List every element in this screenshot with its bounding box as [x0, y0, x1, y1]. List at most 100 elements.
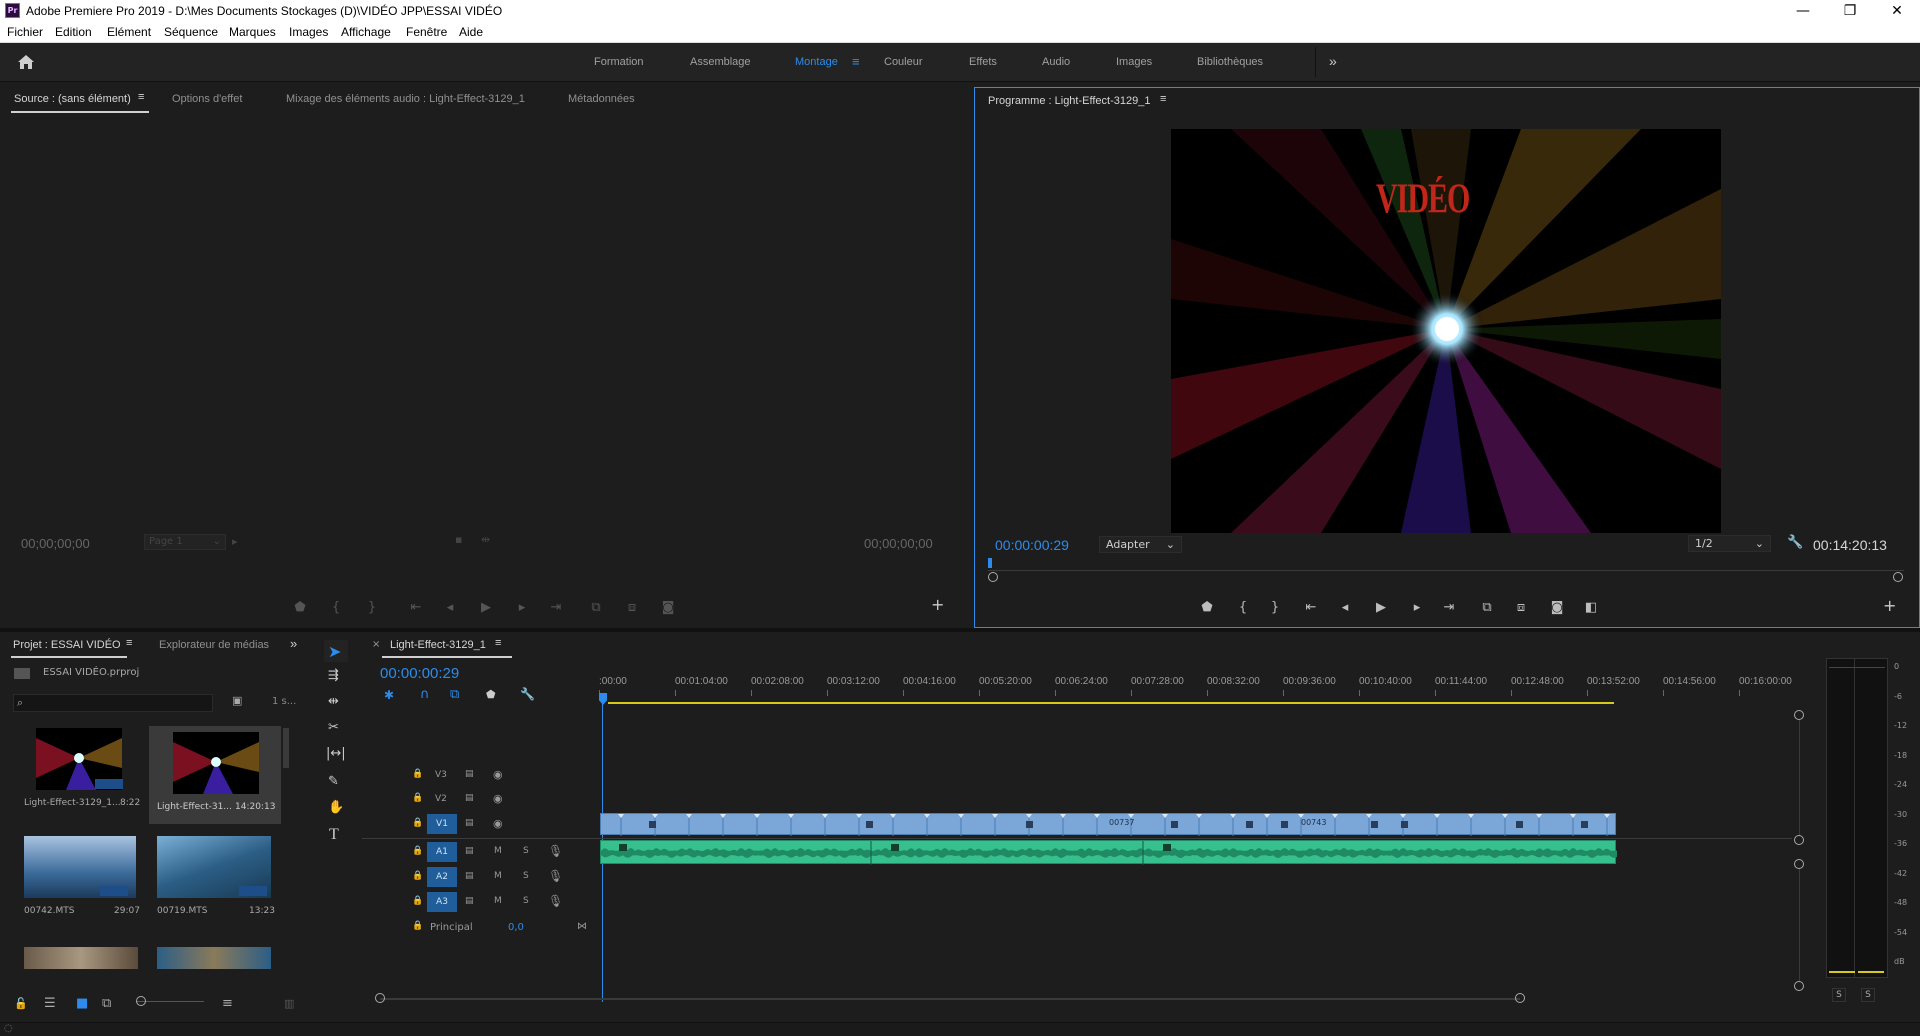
hand-tool-icon[interactable]: ✋ [328, 800, 344, 815]
lock-icon[interactable]: 🔒 [412, 896, 423, 906]
video-zoom-handle-top[interactable] [1794, 710, 1804, 720]
nest-icon[interactable]: ✱ [384, 688, 394, 702]
timeline-timecode[interactable]: 00:00:00:29 [380, 665, 459, 682]
lock-icon[interactable]: 🔒 [412, 818, 423, 828]
timeline-settings-icon[interactable]: 🔧 [520, 687, 535, 701]
menu-element[interactable]: Elément [107, 25, 151, 39]
mic-icon[interactable]: 🎙 [548, 844, 563, 858]
eye-icon[interactable]: ◉ [493, 817, 503, 830]
source-export-frame-icon[interactable]: ◙ [658, 600, 678, 615]
solo-button[interactable]: S [523, 896, 529, 906]
sync-lock-icon[interactable]: ▤ [465, 846, 474, 856]
source-add-button[interactable]: + [931, 595, 944, 614]
sort-icon[interactable]: ≡ [222, 996, 233, 1011]
menu-fichier[interactable]: Fichier [7, 25, 43, 39]
program-go-in-icon[interactable]: ⇤ [1301, 600, 1321, 615]
project-item-3[interactable]: 00742.MTS 29:07 [14, 836, 142, 916]
program-export-frame-icon[interactable]: ◙ [1547, 600, 1567, 615]
menu-sequence[interactable]: Séquence [164, 25, 218, 39]
tab-source[interactable]: Source : (sans élément) [14, 93, 131, 105]
time-ruler[interactable]: :00:00 00:01:04:00 00:02:08:00 00:03:12:00 0… [599, 676, 1799, 696]
sync-lock-icon[interactable]: ▤ [465, 871, 474, 881]
tab-media-browser[interactable]: Explorateur de médias [159, 639, 269, 651]
program-step-fwd-icon[interactable]: ▸ [1407, 600, 1427, 615]
mic-icon[interactable]: 🎙 [548, 869, 563, 883]
source-insert-icon[interactable]: ⧉ [586, 600, 606, 615]
program-add-button[interactable]: + [1883, 596, 1896, 615]
go-to-end-icon[interactable]: ⋈ [577, 921, 587, 932]
track-target-a1[interactable]: A1 [427, 842, 457, 862]
master-volume[interactable]: 0,0 [508, 922, 524, 933]
mute-button[interactable]: M [494, 896, 502, 906]
ws-formation[interactable]: Formation [594, 56, 644, 68]
icon-view-icon[interactable]: ■ [76, 996, 88, 1011]
menu-edition[interactable]: Edition [55, 25, 92, 39]
program-playhead[interactable] [988, 558, 992, 568]
source-drag-icon[interactable]: ⇹ [481, 533, 490, 546]
mute-button[interactable]: M [494, 871, 502, 881]
audio-zoom-handle-bottom[interactable] [1794, 981, 1804, 991]
ws-images[interactable]: Images [1116, 56, 1152, 68]
lock-icon[interactable]: 🔓 [14, 997, 28, 1010]
project-item-4[interactable]: 00719.MTS 13:23 [149, 836, 281, 916]
close-button[interactable]: ✕ [1874, 0, 1920, 22]
program-go-out-icon[interactable]: ⇥ [1439, 600, 1459, 615]
program-marker-icon[interactable]: ⬟ [1197, 600, 1217, 615]
source-play-icon[interactable]: ▶ [476, 600, 496, 615]
source-go-in-icon[interactable]: ⇤ [406, 600, 426, 615]
video-zoom-handle-bottom[interactable] [1794, 835, 1804, 845]
timeline-playhead-head[interactable] [599, 693, 607, 705]
program-lift-icon[interactable]: ⧉ [1477, 600, 1497, 615]
program-step-back-icon[interactable]: ◂ [1335, 600, 1355, 615]
program-scrubber[interactable] [988, 558, 1904, 582]
home-icon[interactable] [17, 54, 35, 73]
project-scrollbar[interactable] [283, 728, 289, 768]
ws-couleur[interactable]: Couleur [884, 56, 923, 68]
eye-icon[interactable]: ◉ [493, 768, 503, 781]
ws-menu-icon[interactable]: ≡ [852, 54, 860, 69]
menu-aide[interactable]: Aide [459, 25, 483, 39]
program-out-icon[interactable]: } [1265, 600, 1285, 615]
source-step-back-icon[interactable]: ◂ [440, 600, 460, 615]
program-play-icon[interactable]: ▶ [1371, 600, 1391, 615]
menu-images[interactable]: Images [289, 25, 328, 39]
menu-marques[interactable]: Marques [229, 25, 276, 39]
new-item-icon[interactable]: ▥ [284, 997, 294, 1010]
source-step-fwd-icon[interactable]: ▸ [512, 600, 532, 615]
ws-assemblage[interactable]: Assemblage [690, 56, 751, 68]
video-clip-v1[interactable]: 00737 00743 [600, 813, 1616, 836]
sync-lock-icon[interactable]: ▤ [465, 818, 474, 828]
project-item-2-selected[interactable]: Light-Effect-31... 14:20:13 [149, 726, 281, 824]
razor-tool-icon[interactable]: ✂ [328, 720, 339, 735]
track-target-a3[interactable]: A3 [427, 892, 457, 912]
ws-montage[interactable]: Montage [795, 56, 838, 68]
source-page-select[interactable]: Page 1 ⌄ [144, 534, 226, 550]
source-overwrite-icon[interactable]: ⧈ [622, 600, 642, 615]
tab-timeline[interactable]: Light-Effect-3129_1 [390, 639, 486, 651]
ripple-edit-tool-icon[interactable]: ⇹ [328, 694, 339, 709]
list-view-icon[interactable]: ☰ [44, 996, 56, 1011]
sync-lock-icon[interactable]: ▤ [465, 769, 474, 779]
program-resolution-select[interactable]: 1/2 ⌄ [1688, 535, 1771, 552]
type-tool-icon[interactable]: T [329, 826, 339, 844]
work-area-bar[interactable] [608, 702, 1614, 704]
program-settings-icon[interactable]: 🔧 [1787, 535, 1803, 550]
mute-button[interactable]: M [494, 846, 502, 856]
tab-audio-mixer[interactable]: Mixage des éléments audio : Light-Effect… [286, 93, 525, 105]
track-target-a2[interactable]: A2 [427, 867, 457, 887]
zoom-handle-left[interactable] [988, 572, 998, 582]
track-target-v1[interactable]: V1 [427, 814, 457, 834]
ws-overflow-icon[interactable]: » [1329, 53, 1337, 69]
minimize-button[interactable]: — [1780, 0, 1826, 22]
tab-effect-options[interactable]: Options d'effet [172, 93, 242, 105]
tab-metadata[interactable]: Métadonnées [568, 93, 635, 105]
lock-icon[interactable]: 🔒 [412, 846, 423, 856]
timeline-close-icon[interactable]: × [372, 639, 380, 650]
tab-project[interactable]: Projet : ESSAI VIDÉO [13, 639, 121, 651]
program-in-icon[interactable]: { [1233, 600, 1253, 615]
linked-selection-icon[interactable]: ⧉ [450, 687, 459, 702]
project-item-1[interactable]: Light-Effect-3129_1... 8:22 [14, 726, 142, 824]
project-overflow-icon[interactable]: » [290, 636, 297, 651]
solo-button[interactable]: S [523, 871, 529, 881]
ws-audio[interactable]: Audio [1042, 56, 1070, 68]
